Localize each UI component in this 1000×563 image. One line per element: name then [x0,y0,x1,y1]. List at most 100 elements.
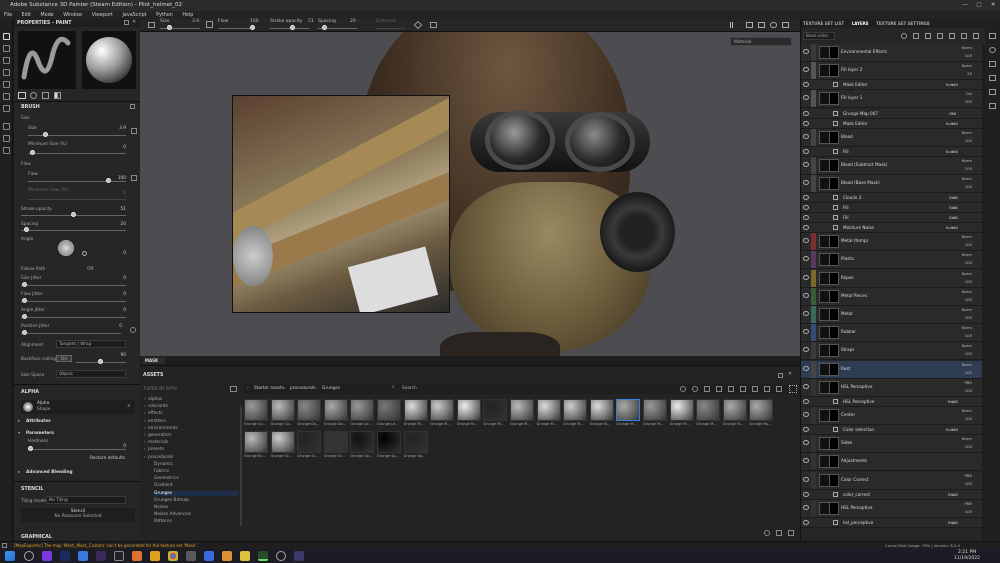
menu-mode[interactable]: Mode [41,13,54,18]
attributes-chevron-icon[interactable]: ▸ [18,419,20,424]
filter-procedural-icon[interactable] [776,386,782,392]
jitter-lock-icon[interactable] [130,327,136,333]
panel-float-icon[interactable] [124,20,129,25]
layer-sub-item[interactable]: hsl_perceptive Repl 100 [801,518,986,528]
breadcrumb-item[interactable]: Starter assets [254,386,284,391]
layer-item[interactable]: Straps Norm 100 [801,342,986,361]
filter-shader-icon[interactable] [740,386,746,392]
menu-javascript[interactable]: JavaScript [123,13,147,18]
visibility-eye-icon[interactable] [803,225,809,231]
layer-item[interactable]: Fill layer 1 Ovl 100 [801,90,986,109]
view-3d-icon[interactable] [758,22,765,28]
asset-thumbnail[interactable] [403,399,428,421]
min-size-knob[interactable] [30,150,35,155]
projection-tool-icon[interactable] [3,57,10,64]
start-icon[interactable] [5,551,15,561]
filter-smart-icon[interactable] [692,386,698,392]
pause-icon[interactable] [730,22,733,28]
asset-thumbnail[interactable] [616,399,641,421]
layer-opacity[interactable]: 100 [965,444,972,449]
toolbar-spacing-knob[interactable] [322,25,327,30]
layer-opacity[interactable]: 100 [951,82,972,87]
size-value[interactable]: 3.9 [114,126,126,131]
visibility-eye-icon[interactable] [803,274,809,280]
filter-environment-icon[interactable] [752,386,758,392]
asset-thumbnail[interactable] [483,399,508,421]
angle-jitter-slider[interactable] [21,317,126,318]
app-icon[interactable] [96,551,106,561]
unreal-icon[interactable] [114,551,124,561]
visibility-eye-icon[interactable] [803,215,809,221]
bakers-icon[interactable] [989,75,996,81]
stencil-tab-icon[interactable] [42,92,49,99]
angle-jitter-value[interactable]: 0 [114,308,126,313]
app-icon[interactable] [150,551,160,561]
asset-thumbnail[interactable] [643,399,667,421]
size-jitter-value[interactable]: 0 [114,276,126,281]
asset-tree-item[interactable]: › materials [144,440,168,445]
layer-item[interactable]: Center Norm 100 [801,407,986,425]
add-paint-layer-icon[interactable] [937,33,943,39]
layer-opacity[interactable]: 100 [965,279,972,284]
size-space-dropdown[interactable]: Object [56,370,126,378]
assets-zoom-icon[interactable] [764,530,770,536]
app-icon[interactable] [204,551,214,561]
log-icon[interactable] [989,103,996,109]
layer-item[interactable]: Blood Norm 100 [801,128,986,147]
asset-thumbnail[interactable] [669,399,694,421]
position-jitter-knob[interactable] [22,330,27,335]
asset-thumbnail[interactable] [377,431,401,453]
toolbar-size-slider[interactable] [160,28,200,29]
layer-item[interactable]: Blood (Base Mask) Norm 100 [801,175,986,193]
asset-thumbnail[interactable] [696,399,721,421]
ruler-tool-icon[interactable] [3,147,10,154]
toolbar-size-knob[interactable] [167,25,172,30]
layer-item[interactable]: HSL Perceptive PBR 100 [801,378,986,397]
restore-defaults-button[interactable]: Restore defaults [90,456,125,461]
visibility-eye-icon[interactable] [803,292,809,298]
painter-icon[interactable] [258,551,268,561]
asset-thumbnail[interactable] [456,399,481,421]
tree-chevron-icon[interactable]: › [144,433,146,438]
lazy-mouse-icon[interactable] [430,22,437,28]
advanced-blending-chevron-icon[interactable]: ▸ [18,470,20,475]
status-icon[interactable] [2,543,7,548]
menu-file[interactable]: File [4,13,12,18]
tree-chevron-icon[interactable]: › [144,440,146,445]
tree-chevron-icon[interactable]: › [144,455,146,460]
visibility-eye-icon[interactable] [803,365,809,371]
layer-item[interactable]: Adjustments [801,453,986,472]
visibility-eye-icon[interactable] [803,347,809,353]
backface-knob[interactable] [98,359,103,364]
layer-blend-mode[interactable]: Norm [962,252,972,257]
asset-tree-item[interactable]: Geometrics [154,476,179,481]
viewport-material-dropdown[interactable]: Material [730,37,792,46]
assets-add-icon[interactable] [776,530,782,536]
layer-item[interactable]: Blood (Subtract Mask) Norm 100 [801,156,986,175]
position-jitter-slider[interactable] [21,333,121,334]
path-tool-icon[interactable] [3,123,10,130]
layer-sub-item[interactable]: Mask Editor Norm 100 [801,80,986,91]
alpha-slot[interactable]: Alpha Shape ✕ [21,400,135,414]
render-icon[interactable] [782,22,789,28]
angle-dial[interactable] [58,240,74,256]
symmetry-icon[interactable] [413,20,423,30]
parameters-chevron-icon[interactable]: ▾ [18,431,20,436]
tree-chevron-icon[interactable]: › [144,404,146,409]
spacing-knob[interactable] [24,227,29,232]
visibility-eye-icon[interactable] [803,195,809,201]
layer-item[interactable]: Plastic Norm 100 [801,251,986,270]
layer-opacity[interactable]: 100 [951,149,972,154]
tiling-mode-dropdown[interactable]: No Tiling [46,496,126,504]
layer-sub-item[interactable]: Moisture Noise Norm 100 [801,223,986,234]
asset-thumbnail[interactable] [589,399,614,421]
mask-tab[interactable]: MASK [143,357,165,364]
toolbar-stroke-knob[interactable] [290,25,295,30]
menu-python[interactable]: Python [156,13,173,18]
visibility-eye-icon[interactable] [803,120,809,126]
viewport-3d[interactable]: Material [140,32,800,363]
breadcrumb-item[interactable]: Grunges [322,386,340,391]
layer-opacity[interactable]: 100 [951,195,972,200]
app-icon[interactable] [78,551,88,561]
explorer-icon[interactable] [240,551,250,561]
